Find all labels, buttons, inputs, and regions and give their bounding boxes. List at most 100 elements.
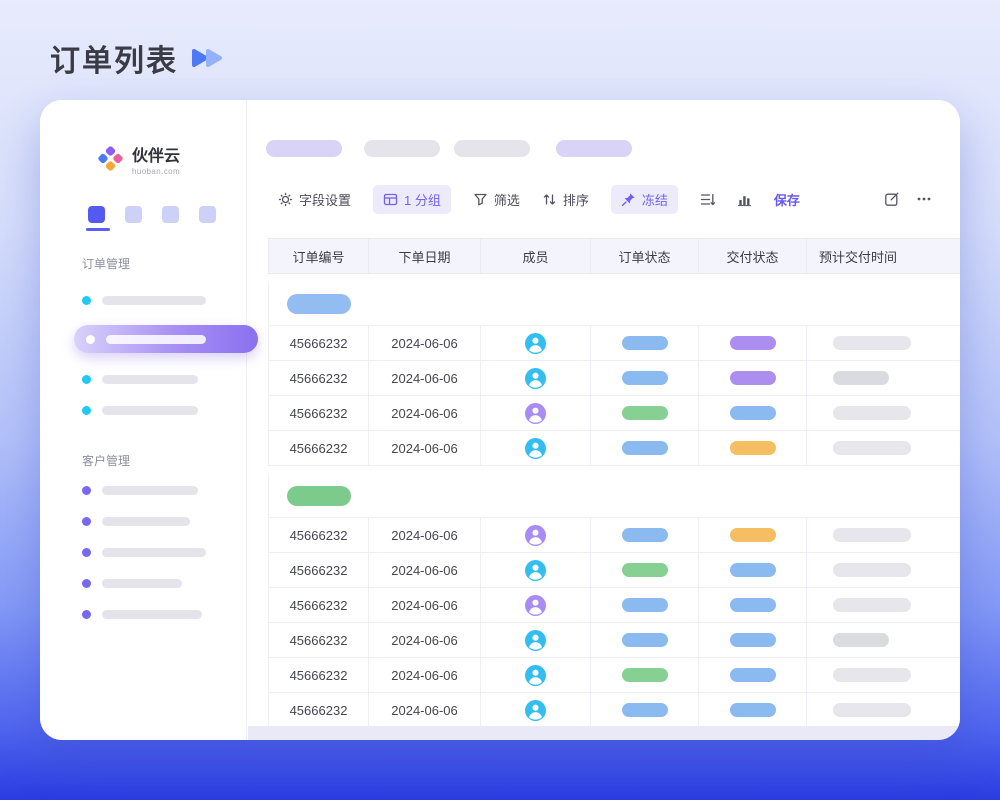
workspace-tab-active[interactable] [88,206,105,223]
sort-button[interactable]: 排序 [542,190,589,209]
grid-icon [383,192,398,207]
group-header-row[interactable] [269,282,960,326]
group-button[interactable]: 1 分组 [373,185,451,214]
column-header-delivery[interactable]: 交付状态 [699,239,807,273]
column-header-order-no[interactable]: 订单编号 [269,239,369,273]
funnel-icon [473,192,488,207]
sidebar-item[interactable] [82,548,206,557]
member-cell [481,431,591,465]
member-avatar-icon [525,403,546,424]
order-status-pill [622,336,668,350]
order-date-cell: 2024-06-06 [369,623,481,657]
delivery-status-pill [730,598,776,612]
eta-cell [807,431,959,465]
order-number-cell: 45666232 [269,658,369,692]
table-row[interactable]: 456662322024-06-06 [269,588,960,623]
workspace-tab[interactable] [125,206,142,223]
freeze-button[interactable]: 冻结 [611,185,678,214]
order-status-cell [591,361,699,395]
group-pill [287,486,351,506]
breadcrumb-placeholder [266,140,342,157]
column-header-eta[interactable]: 预计交付时间 [807,239,959,273]
filter-button[interactable]: 筛选 [473,190,520,209]
table-row[interactable]: 456662322024-06-06 [269,658,960,693]
logo[interactable]: 伙伴云 huoban.com [96,142,180,176]
order-status-pill [622,668,668,682]
delivery-status-pill [730,668,776,682]
table-row[interactable]: 456662322024-06-06 [269,396,960,431]
workspace-tab[interactable] [199,206,216,223]
sidebar-item[interactable] [82,610,202,619]
page-background: { "page": { "title": "订单列表" }, "sidebar"… [0,0,1000,800]
delivery-status-pill [730,336,776,350]
sidebar-item[interactable] [82,296,206,305]
table-header: 订单编号 下单日期 成员 订单状态 交付状态 预计交付时间 [268,238,960,274]
table-row[interactable]: 456662322024-06-06 [269,553,960,588]
workspace-tab[interactable] [162,206,179,223]
group-gap [268,466,960,474]
table-row[interactable]: 456662322024-06-06 [269,361,960,396]
sidebar-item[interactable] [82,517,190,526]
sidebar-item[interactable] [82,486,198,495]
sidebar-item[interactable] [82,375,198,384]
delivery-status-cell [699,326,807,360]
eta-cell [807,693,959,727]
group-gap [268,274,960,282]
share-edit-button[interactable] [884,191,900,207]
group-header-row[interactable] [269,474,960,518]
column-header-status[interactable]: 订单状态 [591,239,699,273]
member-avatar-icon [525,525,546,546]
eta-cell [807,658,959,692]
table-row[interactable]: 456662322024-06-06 [269,518,960,553]
item-label-placeholder [102,296,206,305]
table-row[interactable]: 456662322024-06-06 [269,693,960,728]
filter-label: 筛选 [494,190,520,209]
save-label: 保存 [774,190,800,209]
row-height-icon [700,192,715,207]
sidebar-item-active[interactable] [74,325,258,353]
delivery-status-pill [730,371,776,385]
more-button[interactable] [916,191,932,207]
page-header: 订单列表 [50,36,226,80]
table-row[interactable]: 456662322024-06-06 [269,623,960,658]
member-cell [481,326,591,360]
eta-placeholder [833,406,911,420]
member-avatar-icon [525,560,546,581]
delivery-status-cell [699,623,807,657]
order-status-pill [622,598,668,612]
bar-chart-icon [737,192,752,207]
delivery-status-pill [730,406,776,420]
table-row[interactable]: 456662322024-06-06 [269,431,960,466]
sidebar-item[interactable] [82,406,198,415]
order-status-pill [622,528,668,542]
save-button[interactable]: 保存 [774,190,800,209]
row-height-button[interactable] [700,192,715,207]
field-settings-button[interactable]: 字段设置 [278,190,351,209]
member-cell [481,693,591,727]
sidebar-section-customers: 客户管理 [82,452,130,469]
column-header-member[interactable]: 成员 [481,239,591,273]
item-label-placeholder [102,579,182,588]
delivery-status-cell [699,518,807,552]
eta-placeholder [833,633,889,647]
active-tab-underline-icon [86,228,110,231]
member-avatar-icon [525,665,546,686]
order-status-pill [622,633,668,647]
eta-cell [807,623,959,657]
order-status-cell [591,623,699,657]
item-dot-icon [82,296,91,305]
delivery-status-cell [699,588,807,622]
table-row[interactable]: 456662322024-06-06 [269,326,960,361]
eta-cell [807,553,959,587]
stats-button[interactable] [737,192,752,207]
delivery-status-cell [699,658,807,692]
column-header-date[interactable]: 下单日期 [369,239,481,273]
table-body: 456662322024-06-06 456662322024-06-06 45… [268,274,960,728]
order-date-cell: 2024-06-06 [369,588,481,622]
order-date-cell: 2024-06-06 [369,326,481,360]
order-status-pill [622,703,668,717]
delivery-status-cell [699,396,807,430]
pin-icon [621,192,636,207]
sidebar-item[interactable] [82,579,182,588]
item-label-placeholder [102,610,202,619]
